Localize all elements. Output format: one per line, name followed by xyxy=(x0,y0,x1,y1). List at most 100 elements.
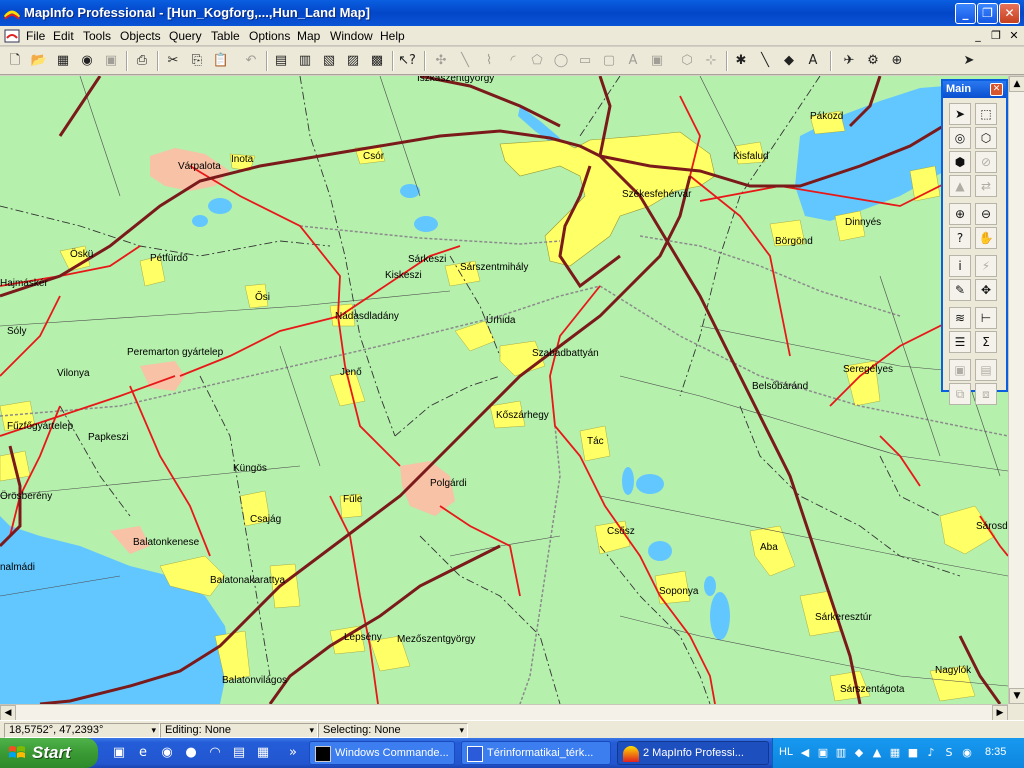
menu-query[interactable]: Query xyxy=(169,29,202,43)
place-label[interactable]: Vilonya xyxy=(57,368,90,379)
hotlink-icon[interactable]: ⚡ xyxy=(975,255,997,277)
place-label[interactable]: Csajág xyxy=(250,514,281,525)
tray-security-icon[interactable]: ◉ xyxy=(959,745,975,761)
browser-icon[interactable]: ▤ xyxy=(270,50,292,72)
place-label[interactable]: Mezőszentgyörgy xyxy=(397,634,475,645)
tray-skype-icon[interactable]: S xyxy=(941,745,957,761)
mdi-restore-button[interactable]: ❐ xyxy=(988,28,1004,43)
invert-selection-icon[interactable]: ⇄ xyxy=(975,175,997,197)
cut-icon[interactable]: ✂ xyxy=(162,50,184,72)
layout-icon[interactable]: ▨ xyxy=(342,50,364,72)
marquee-select-icon[interactable]: ⬚ xyxy=(975,103,997,125)
boundary-select-icon[interactable]: ⬢ xyxy=(949,151,971,173)
media-player-icon[interactable]: ◉ xyxy=(158,744,176,762)
menu-edit[interactable]: Edit xyxy=(53,29,74,43)
tray-color-icon[interactable]: ■ xyxy=(905,745,921,761)
select-arrow-icon[interactable]: ➤ xyxy=(949,103,971,125)
coordinates-field[interactable]: 18,5752°, 47,2393° ▾ xyxy=(4,723,160,738)
text-style-icon[interactable]: A xyxy=(802,50,824,72)
place-label[interactable]: Hajmáskér xyxy=(0,278,48,289)
legend-icon[interactable]: ☰ xyxy=(949,331,971,353)
place-label[interactable]: Szabadbattyán xyxy=(532,348,599,359)
menu-map[interactable]: Map xyxy=(297,29,320,43)
place-label[interactable]: Kiskeszi xyxy=(385,270,422,281)
place-label[interactable]: Nagylók xyxy=(935,665,972,676)
place-label[interactable]: Aba xyxy=(760,542,778,553)
start-button[interactable]: Start xyxy=(0,738,98,768)
desktop-icon[interactable]: ▣ xyxy=(110,744,128,762)
place-label[interactable]: Pétfürdő xyxy=(150,253,188,264)
place-label[interactable]: Öskü xyxy=(70,248,93,260)
drag-map-icon[interactable]: ✥ xyxy=(975,279,997,301)
place-label[interactable]: Fűle xyxy=(343,494,363,505)
place-label[interactable]: Sárosd xyxy=(976,521,1008,532)
place-label[interactable]: Úrhida xyxy=(486,313,516,326)
place-label[interactable]: Nádasdladány xyxy=(335,311,399,322)
copy-icon[interactable]: ⎘ xyxy=(186,50,208,72)
place-label[interactable]: Seregélyes xyxy=(843,364,893,375)
selecting-field[interactable]: Selecting: None ▾ xyxy=(318,723,468,738)
place-label[interactable]: Sóly xyxy=(7,326,26,337)
place-label[interactable]: Küngös xyxy=(233,463,267,474)
winrar-icon[interactable]: ▤ xyxy=(230,744,248,762)
menu-window[interactable]: Window xyxy=(330,29,373,43)
save-icon[interactable]: ▣ xyxy=(100,50,122,72)
chevron-down-icon[interactable]: ▾ xyxy=(151,724,156,737)
place-label[interactable]: Balatonvilágos xyxy=(222,675,287,686)
tray-update-icon[interactable]: ▲ xyxy=(869,745,885,761)
text-icon[interactable]: A xyxy=(622,50,644,72)
menu-options[interactable]: Options xyxy=(249,29,290,43)
vertical-scrollbar[interactable]: ▲ ▼ xyxy=(1008,76,1024,704)
place-label[interactable]: Balatonakarattya xyxy=(210,575,285,586)
place-label[interactable]: Inota xyxy=(231,154,254,165)
place-label[interactable]: Börgönd xyxy=(775,236,813,247)
show-statistics-icon[interactable]: ⧈ xyxy=(975,383,997,405)
place-label[interactable]: Kőszárhegy xyxy=(496,410,549,421)
undo-icon[interactable]: ↶ xyxy=(240,50,262,72)
mdi-minimize-button[interactable]: _ xyxy=(970,28,986,43)
place-label[interactable]: Csősz xyxy=(607,526,635,537)
region-style-icon[interactable]: ╲ xyxy=(754,50,776,72)
arc-icon[interactable]: ◜ xyxy=(502,50,524,72)
place-label[interactable]: Papkeszi xyxy=(88,432,129,443)
save-quicklaunch-icon[interactable]: ▦ xyxy=(254,744,272,762)
tray-display-icon[interactable]: ▦ xyxy=(887,745,903,761)
tray-volume-icon[interactable]: ♪ xyxy=(923,745,939,761)
layer-control-icon[interactable]: ≋ xyxy=(949,307,971,329)
ruler-icon[interactable]: ⊢ xyxy=(975,307,997,329)
menu-help[interactable]: Help xyxy=(380,29,405,43)
scroll-right-button[interactable]: ▶ xyxy=(992,705,1008,721)
mapinfo-quicklaunch-icon[interactable]: ◠ xyxy=(206,744,224,762)
zoom-out-icon[interactable]: ⊖ xyxy=(975,203,997,225)
info-tool-icon[interactable]: i xyxy=(949,255,971,277)
maximize-button[interactable]: ❐ xyxy=(977,3,998,24)
map-canvas[interactable]: Iszkaszentgyörgy Várpalota Inota Csór Pá… xyxy=(0,76,1008,704)
scroll-up-button[interactable]: ▲ xyxy=(1009,76,1024,92)
close-button[interactable]: ✕ xyxy=(999,3,1020,24)
map-window-icon[interactable]: ▥ xyxy=(294,50,316,72)
chevron-down-icon[interactable]: ▾ xyxy=(459,724,464,737)
open-icon[interactable]: 📂 xyxy=(28,50,50,72)
set-clip-icon[interactable]: ▤ xyxy=(975,359,997,381)
scroll-down-button[interactable]: ▼ xyxy=(1009,688,1024,704)
world-icon[interactable]: ⊕ xyxy=(886,50,908,72)
place-label[interactable]: Sárkeszi xyxy=(408,254,446,265)
place-label[interactable]: Fűzfőgyártelep xyxy=(7,421,74,432)
rectangle-icon[interactable]: ▭ xyxy=(574,50,596,72)
place-label[interactable]: Csór xyxy=(363,151,385,162)
place-label[interactable]: Belsőbáránd xyxy=(752,381,808,392)
radius-select-icon[interactable]: ◎ xyxy=(949,127,971,149)
reshape-icon[interactable]: ⬡ xyxy=(676,50,698,72)
place-label[interactable]: Lepsény xyxy=(344,632,382,643)
task-button-mapinfo[interactable]: 2 MapInfo Professi... xyxy=(617,741,769,765)
graph-select-icon[interactable]: ▲ xyxy=(949,175,971,197)
chevron-right-icon[interactable]: » xyxy=(284,744,302,762)
help-pointer-icon[interactable]: ↖? xyxy=(396,50,418,72)
line-icon[interactable]: ╲ xyxy=(454,50,476,72)
language-indicator[interactable]: HL xyxy=(779,746,793,758)
zoom-in-icon[interactable]: ⊕ xyxy=(949,203,971,225)
drag-window-icon[interactable]: ⧉ xyxy=(949,383,971,405)
minimize-button[interactable]: _ xyxy=(955,3,976,24)
title-bar[interactable]: MapInfo Professional - [Hun_Kogforg,...,… xyxy=(0,0,1024,26)
menu-table[interactable]: Table xyxy=(211,29,240,43)
